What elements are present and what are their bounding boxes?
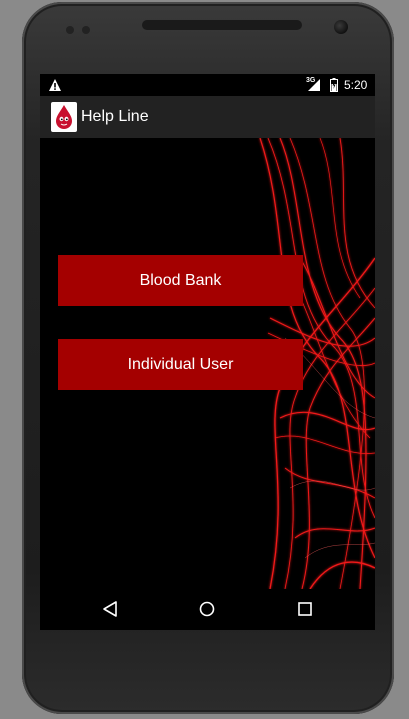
emulator-stage: 3G 5:20 Help Line Blood Bank Individual … bbox=[0, 0, 409, 719]
status-clock: 5:20 bbox=[344, 78, 368, 92]
phone-screen: 3G 5:20 Help Line Blood Bank Individual … bbox=[40, 74, 375, 630]
speaker-grille bbox=[142, 20, 302, 30]
back-triangle-icon[interactable] bbox=[98, 597, 122, 621]
main-content: Blood Bank Individual User bbox=[40, 138, 375, 589]
system-nav-bar bbox=[40, 589, 375, 630]
recents-square-icon[interactable] bbox=[293, 597, 317, 621]
individual-user-button[interactable]: Individual User bbox=[58, 339, 303, 390]
blood-drop-icon[interactable] bbox=[51, 102, 77, 132]
sensor-dot bbox=[66, 26, 74, 34]
action-bar: Help Line bbox=[40, 96, 375, 138]
home-circle-icon[interactable] bbox=[195, 597, 219, 621]
battery-icon bbox=[330, 78, 338, 92]
sensor-dot bbox=[82, 26, 90, 34]
front-camera bbox=[334, 20, 348, 34]
status-bar: 3G 5:20 bbox=[40, 74, 375, 96]
app-title: Help Line bbox=[81, 108, 149, 125]
blood-bank-button[interactable]: Blood Bank bbox=[58, 255, 303, 306]
signal-icon bbox=[308, 79, 320, 91]
warning-icon bbox=[49, 79, 61, 91]
